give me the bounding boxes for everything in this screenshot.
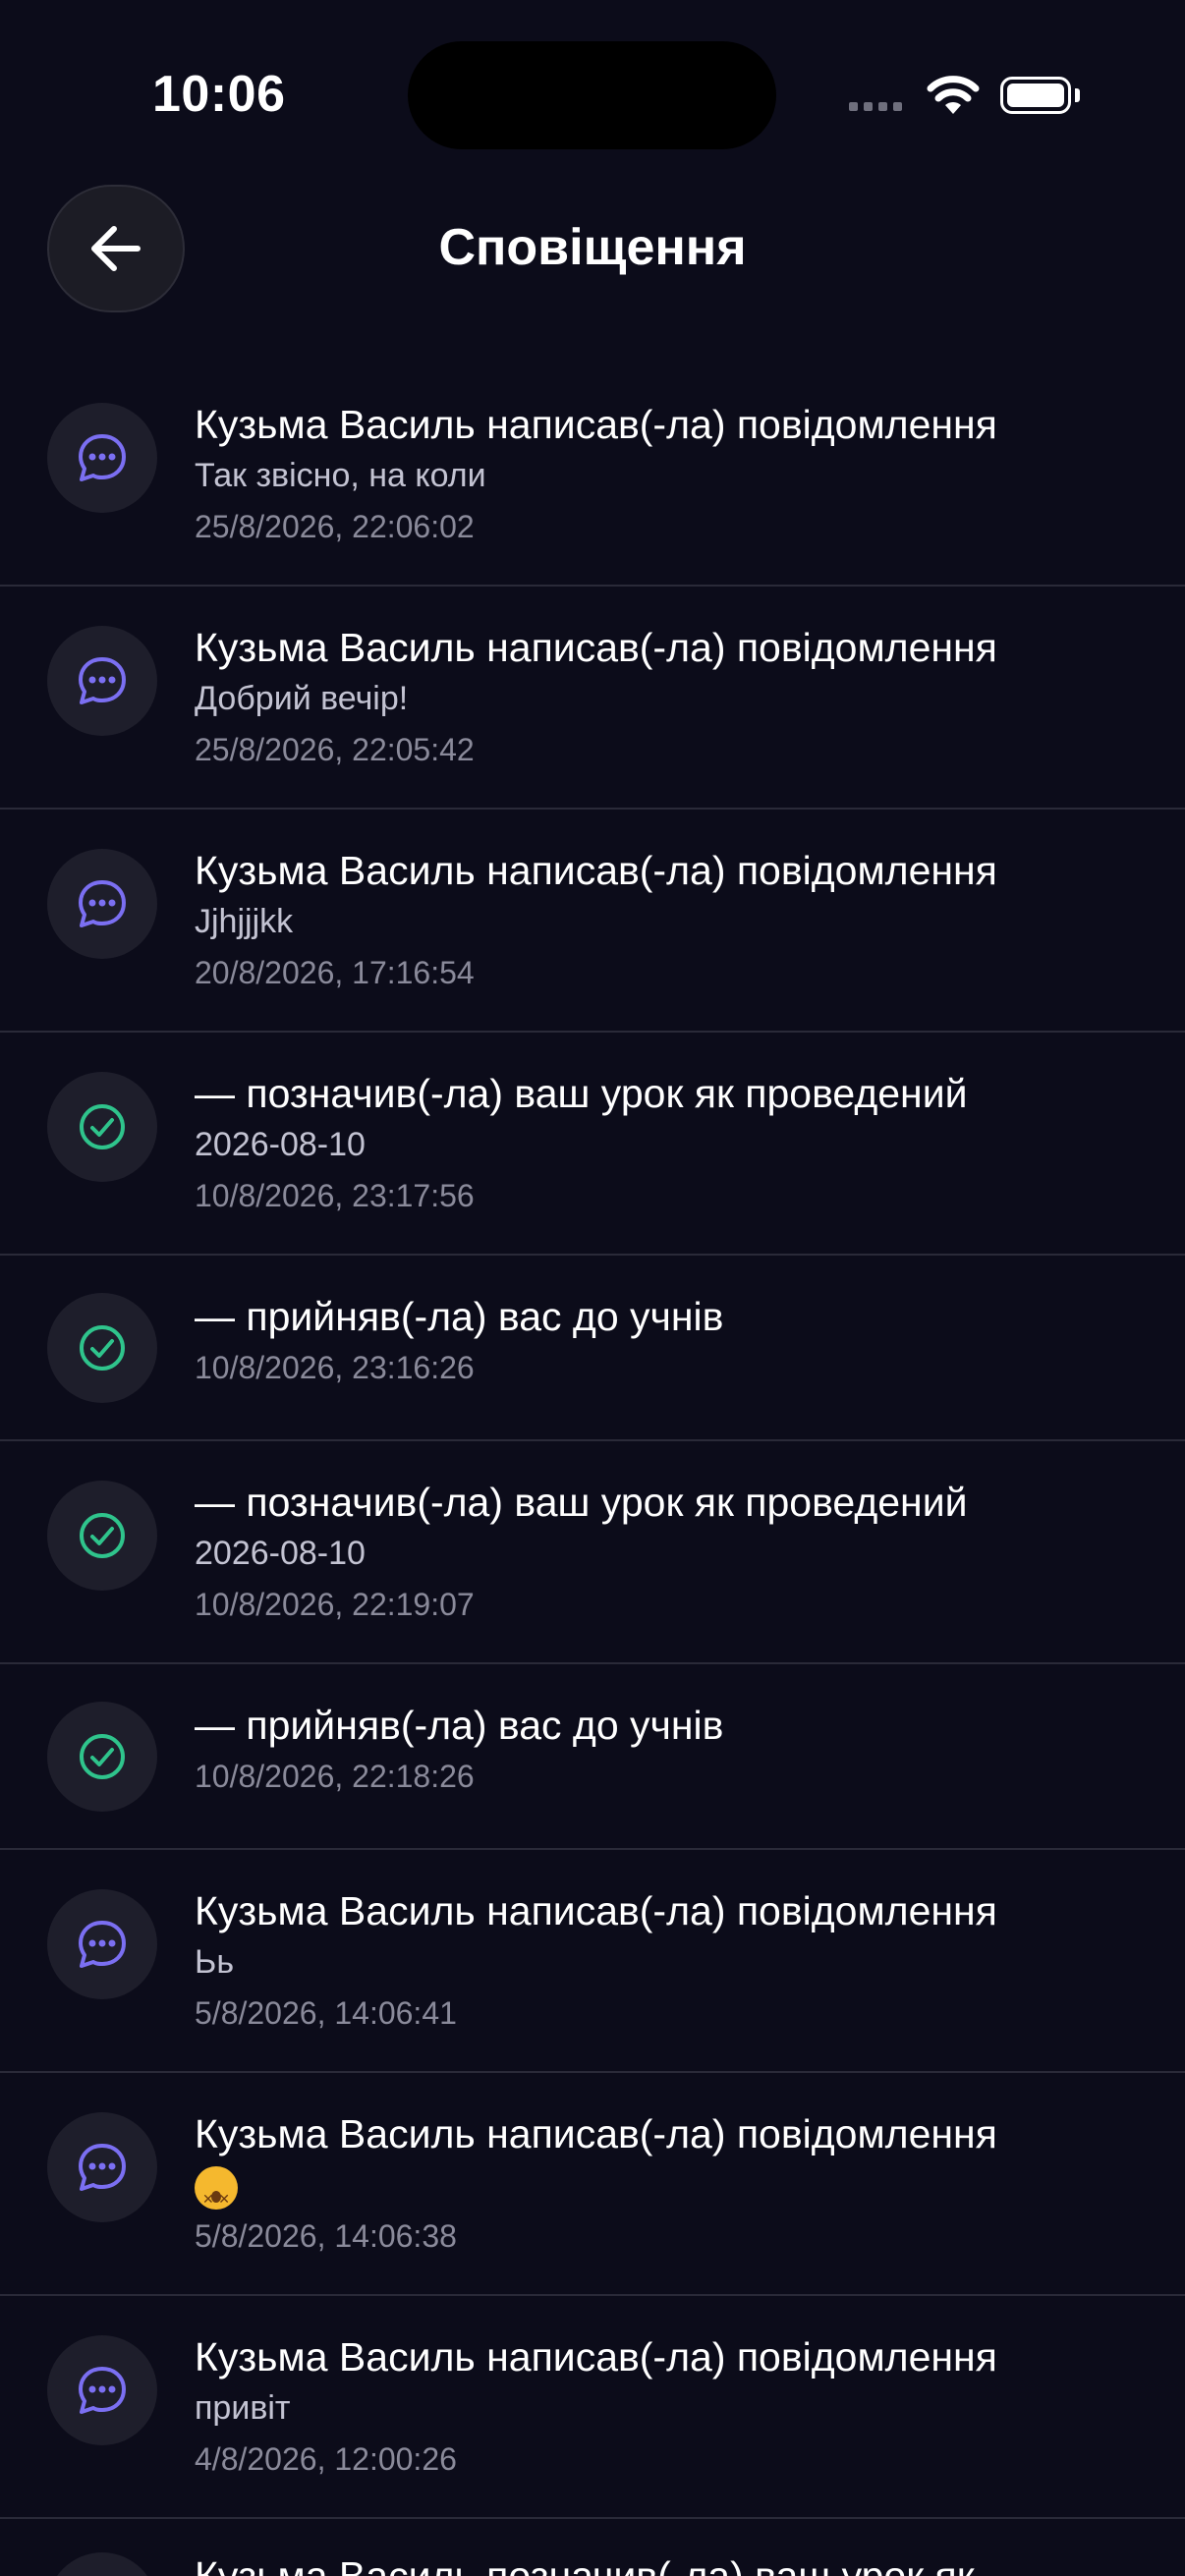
notification-subtitle: Ьь: [195, 1943, 235, 1981]
notification-date: 5/8/2026, 14:06:38: [195, 2218, 457, 2254]
notification-title: Кузьма Василь написав(-ла) повідомлення: [195, 2334, 997, 2380]
notification-date: 10/8/2026, 22:18:26: [195, 1759, 475, 1794]
battery-tip: [1075, 88, 1080, 102]
notification-date: 25/8/2026, 22:06:02: [195, 509, 475, 544]
chat-bubble-icon: [47, 2335, 157, 2445]
notification-item-partial[interactable]: Кузьма Василь позначив(-ла) ваш урок як: [0, 2515, 1185, 2576]
notification-title: Кузьма Василь написав(-ла) повідомлення: [195, 625, 997, 670]
chat-bubble-icon: [47, 626, 157, 736]
notification-item[interactable]: — позначив(-ла) ваш урок як проведений 2…: [0, 1033, 1185, 1256]
check-circle-icon: [47, 1702, 157, 1812]
notification-title: — прийняв(-ла) вас до учнів: [195, 1703, 724, 1748]
battery-icon: [1000, 77, 1071, 114]
chat-bubble-icon: [47, 403, 157, 513]
check-circle-icon: [47, 1293, 157, 1403]
wifi-icon: [927, 76, 980, 114]
notification-date: 20/8/2026, 17:16:54: [195, 955, 475, 990]
notification-date: 10/8/2026, 23:17:56: [195, 1178, 475, 1213]
cellular-signal-icon: [849, 102, 902, 111]
notification-subtitle: Так звісно, на коли: [195, 457, 486, 494]
chat-bubble-icon: [47, 1889, 157, 1999]
notification-date: 4/8/2026, 12:00:26: [195, 2441, 457, 2477]
notification-item[interactable]: Кузьма Василь написав(-ла) повідомлення …: [0, 587, 1185, 810]
notification-title: Кузьма Василь написав(-ла) повідомлення: [195, 402, 997, 447]
notification-subtitle: 2026-08-10: [195, 1126, 366, 1163]
notification-date: 25/8/2026, 22:05:42: [195, 732, 475, 767]
notification-date: 10/8/2026, 23:16:26: [195, 1350, 475, 1385]
chat-bubble-icon: [47, 849, 157, 959]
notification-subtitle: [195, 2159, 1165, 2224]
notification-title: — позначив(-ла) ваш урок як проведений: [195, 1480, 968, 1525]
chat-bubble-icon: [47, 2552, 157, 2576]
notification-item[interactable]: Кузьма Василь написав(-ла) повідомлення …: [0, 2073, 1185, 2296]
notification-item[interactable]: — позначив(-ла) ваш урок як проведений 2…: [0, 1441, 1185, 1664]
notification-subtitle: Jjhjjjkk: [195, 903, 294, 940]
notification-item[interactable]: — прийняв(-ла) вас до учнів 10/8/2026, 2…: [0, 1664, 1185, 1850]
status-time: 10:06: [152, 66, 286, 123]
notification-title: Кузьма Василь написав(-ла) повідомлення: [195, 2111, 997, 2156]
check-circle-icon: [47, 1072, 157, 1182]
chat-bubble-icon: [47, 2112, 157, 2222]
notification-list: Кузьма Василь написав(-ла) повідомлення …: [0, 364, 1185, 2519]
notification-item[interactable]: — прийняв(-ла) вас до учнів 10/8/2026, 2…: [0, 1256, 1185, 1441]
notification-title: Кузьма Василь написав(-ла) повідомлення: [195, 848, 997, 893]
notification-title: — позначив(-ла) ваш урок як проведений: [195, 1071, 968, 1116]
notification-item[interactable]: Кузьма Василь написав(-ла) повідомлення …: [0, 2296, 1185, 2519]
notification-title: Кузьма Василь написав(-ла) повідомлення: [195, 1888, 997, 1933]
header: Сповіщення: [0, 182, 1185, 312]
notification-title: — прийняв(-ла) вас до учнів: [195, 1294, 724, 1339]
notification-subtitle: привіт: [195, 2389, 291, 2427]
dynamic-island: [408, 41, 776, 149]
notification-subtitle: Добрий вечір!: [195, 680, 409, 717]
notification-subtitle: 2026-08-10: [195, 1535, 366, 1572]
check-circle-icon: [47, 1481, 157, 1591]
notification-item[interactable]: Кузьма Василь написав(-ла) повідомлення …: [0, 810, 1185, 1033]
dizzy-face-emoji: [195, 2166, 238, 2224]
notification-item[interactable]: Кузьма Василь написав(-ла) повідомлення …: [0, 364, 1185, 587]
status-bar: 10:06: [0, 0, 1185, 187]
notification-date: 10/8/2026, 22:19:07: [195, 1587, 475, 1622]
notification-date: 5/8/2026, 14:06:41: [195, 1995, 457, 2031]
notification-item[interactable]: Кузьма Василь написав(-ла) повідомлення …: [0, 1850, 1185, 2073]
notification-title: Кузьма Василь позначив(-ла) ваш урок як: [195, 2553, 975, 2576]
page-title: Сповіщення: [438, 219, 747, 276]
